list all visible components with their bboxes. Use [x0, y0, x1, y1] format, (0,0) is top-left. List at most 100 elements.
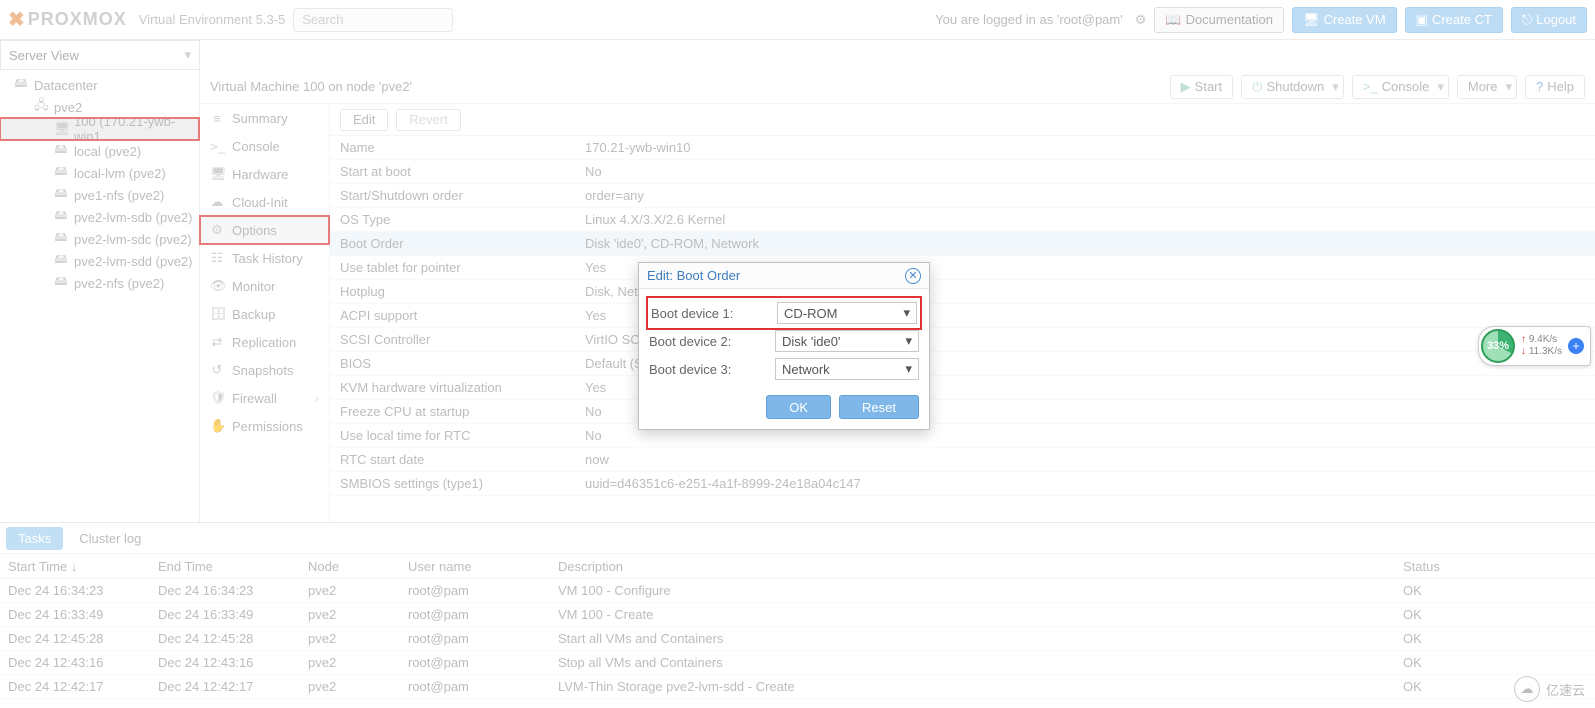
tree-item-datacenter[interactable]: 🖴 Datacenter [0, 74, 199, 96]
col-status[interactable]: Status [1395, 559, 1595, 574]
option-row[interactable]: Use local time for RTCNo [330, 424, 1595, 448]
task-cell-node: pve2 [300, 679, 400, 694]
tree-item-storage[interactable]: 🖴pve2-lvm-sdc (pve2) [0, 228, 199, 250]
plus-icon[interactable]: + [1568, 338, 1584, 354]
subnav-hardware[interactable]: 🖥Hardware [200, 160, 329, 188]
subnav-firewall[interactable]: 🛡Firewall [200, 384, 329, 412]
tree-item-vm-100[interactable]: 🖥 100 (170.21-ywb-win1 [0, 118, 199, 140]
create-vm-button[interactable]: 🖥 Create VM [1292, 7, 1397, 33]
revert-button[interactable]: Revert [396, 109, 460, 131]
tree-item-storage[interactable]: 🖴pve1-nfs (pve2) [0, 184, 199, 206]
boot-device-1-select[interactable]: CD-ROM ▾ [777, 302, 917, 324]
option-value: No [585, 164, 1595, 179]
option-row[interactable]: Freeze CPU at startupNo [330, 400, 1595, 424]
subnav-backup[interactable]: 🗄Backup [200, 300, 329, 328]
tree-item-storage[interactable]: 🖴local-lvm (pve2) [0, 162, 199, 184]
option-value: Linux 4.X/3.X/2.6 Kernel [585, 212, 1595, 227]
subnav-snapshots[interactable]: ↺Snapshots [200, 356, 329, 384]
task-cell-start: Dec 24 16:33:49 [0, 607, 150, 622]
option-row[interactable]: ACPI supportYes [330, 304, 1595, 328]
subnav-cloudinit[interactable]: ☁Cloud-Init [200, 188, 329, 216]
task-cell-node: pve2 [300, 607, 400, 622]
content-header: Virtual Machine 100 on node 'pve2' ▶Star… [200, 70, 1595, 104]
option-row[interactable]: BIOSDefault (SeaBIOS) [330, 352, 1595, 376]
help-button[interactable]: ?Help [1525, 75, 1585, 99]
col-start[interactable]: Start Time ↓ [0, 559, 150, 574]
option-row[interactable]: SCSI ControllerVirtIO SCSI [330, 328, 1595, 352]
chevron-down-icon: ▾ [905, 333, 912, 349]
power-icon: ⏻ [1252, 79, 1262, 95]
task-cell-status: OK [1395, 607, 1595, 622]
subnav-console[interactable]: >_Console [200, 132, 329, 160]
create-ct-button[interactable]: ▣ Create CT [1405, 7, 1503, 33]
help-icon: ? [1536, 79, 1543, 94]
task-row[interactable]: Dec 24 12:43:16Dec 24 12:43:16pve2root@p… [0, 651, 1595, 675]
subnav-replication[interactable]: ⇄Replication [200, 328, 329, 356]
option-row[interactable]: OS TypeLinux 4.X/3.X/2.6 Kernel [330, 208, 1595, 232]
edit-button[interactable]: Edit [340, 109, 388, 131]
option-key: BIOS [340, 356, 585, 371]
chevron-down-icon: ▾ [905, 361, 912, 377]
task-cell-desc: Stop all VMs and Containers [550, 655, 1395, 670]
server-view-select[interactable]: Server View [0, 40, 200, 70]
start-button[interactable]: ▶Start [1170, 75, 1233, 99]
option-row[interactable]: Boot OrderDisk 'ide0', CD-ROM, Network [330, 232, 1595, 256]
option-row[interactable]: RTC start datenow [330, 448, 1595, 472]
col-end[interactable]: End Time [150, 559, 300, 574]
subnav-permissions[interactable]: ✋Permissions [200, 412, 329, 440]
col-user[interactable]: User name [400, 559, 550, 574]
tab-tasks[interactable]: Tasks [6, 527, 63, 550]
tab-cluster-log[interactable]: Cluster log [67, 527, 153, 550]
boot-device-2-select[interactable]: Disk 'ide0' ▾ [775, 330, 919, 352]
search-input[interactable]: Search [293, 8, 453, 32]
speed-readout: 9.4K/s 11.3K/s [1521, 334, 1562, 358]
cube-icon: ▣ [1416, 12, 1428, 28]
console-button[interactable]: >_Console▾ [1352, 75, 1449, 99]
documentation-button[interactable]: 📖 Documentation [1154, 7, 1284, 33]
option-row[interactable]: Start/Shutdown orderorder=any [330, 184, 1595, 208]
option-value: Disk 'ide0', CD-ROM, Network [585, 236, 1595, 251]
reset-button[interactable]: Reset [839, 395, 919, 419]
ok-button[interactable]: OK [766, 395, 831, 419]
boot-device-3-select[interactable]: Network ▾ [775, 358, 919, 380]
more-button[interactable]: More▾ [1457, 75, 1517, 99]
subnav-monitor[interactable]: 👁Monitor [200, 272, 329, 300]
option-row[interactable]: SMBIOS settings (type1)uuid=d46351c6-e25… [330, 472, 1595, 496]
disk-icon: 🖴 [54, 272, 68, 294]
task-cell-status: OK [1395, 631, 1595, 646]
subnav-summary[interactable]: ≡Summary [200, 104, 329, 132]
shutdown-button[interactable]: ⏻Shutdown▾ [1241, 75, 1344, 99]
task-row[interactable]: Dec 24 12:45:28Dec 24 12:45:28pve2root@p… [0, 627, 1595, 651]
tree-item-storage[interactable]: 🖴pve2-nfs (pve2) [0, 272, 199, 294]
option-row[interactable]: Start at bootNo [330, 160, 1595, 184]
option-row[interactable]: HotplugDisk, Network, USB [330, 280, 1595, 304]
option-row[interactable]: KVM hardware virtualizationYes [330, 376, 1595, 400]
subnav-task-history[interactable]: ☷Task History [200, 244, 329, 272]
task-row[interactable]: Dec 24 12:42:17Dec 24 12:42:17pve2root@p… [0, 675, 1595, 699]
option-row[interactable]: Use tablet for pointerYes [330, 256, 1595, 280]
gear-icon[interactable]: ⚙ [1135, 12, 1147, 28]
task-cell-user: root@pam [400, 583, 550, 598]
terminal-icon: >_ [1363, 79, 1378, 94]
task-row[interactable]: Dec 24 16:34:23Dec 24 16:34:23pve2root@p… [0, 579, 1595, 603]
logout-button[interactable]: ⎋ Logout [1511, 7, 1587, 33]
env-version: Virtual Environment 5.3-5 [139, 12, 285, 27]
option-row[interactable]: Name170.21-ywb-win10 [330, 136, 1595, 160]
eye-icon: 👁 [210, 278, 224, 294]
close-icon[interactable]: ✕ [905, 268, 921, 284]
task-cell-start: Dec 24 12:43:16 [0, 655, 150, 670]
task-cell-desc: VM 100 - Create [550, 607, 1395, 622]
dialog-titlebar[interactable]: Edit: Boot Order ✕ [639, 263, 929, 289]
subnav-options[interactable]: ⚙Options [200, 216, 329, 244]
option-key: SMBIOS settings (type1) [340, 476, 585, 491]
task-row[interactable]: Dec 24 16:33:49Dec 24 16:33:49pve2root@p… [0, 603, 1595, 627]
tree-item-storage[interactable]: 🖴pve2-lvm-sdd (pve2) [0, 250, 199, 272]
task-cell-status: OK [1395, 583, 1595, 598]
network-speed-widget[interactable]: 33% 9.4K/s 11.3K/s + [1478, 326, 1591, 366]
col-node[interactable]: Node [300, 559, 400, 574]
task-cell-status: OK [1395, 655, 1595, 670]
disk-icon: 🖴 [54, 228, 68, 250]
tree-item-storage[interactable]: 🖴pve2-lvm-sdb (pve2) [0, 206, 199, 228]
col-desc[interactable]: Description [550, 559, 1395, 574]
task-cell-user: root@pam [400, 607, 550, 622]
